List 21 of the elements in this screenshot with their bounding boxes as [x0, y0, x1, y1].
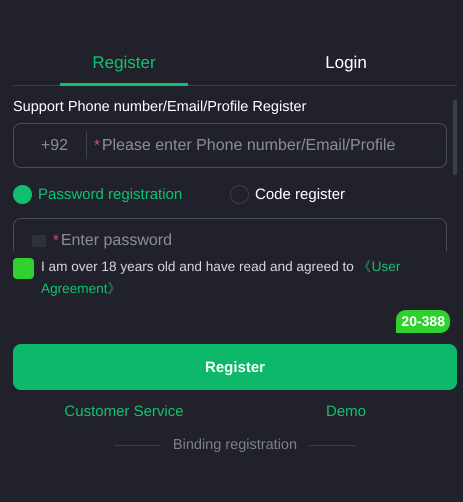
divider-text: Binding registration	[172, 437, 298, 453]
country-code[interactable]: +92	[14, 136, 86, 154]
badge: 20-388	[396, 310, 450, 333]
user-agreement-link[interactable]: Agreement》	[41, 281, 122, 296]
tab[interactable]: Login	[235, 40, 457, 85]
radio-label[interactable]: Code register	[255, 186, 346, 202]
radio-button[interactable]	[13, 184, 32, 204]
field-label: Support Phone number/Email/Profile Register	[13, 99, 308, 115]
link[interactable]: Demo	[235, 403, 457, 420]
placeholder: Enter password	[60, 232, 172, 250]
placeholder: Please enter Phone number/Email/Profile	[102, 136, 396, 154]
checkbox[interactable]	[13, 258, 34, 279]
agreement-text: I am over 18 years old and have read and agreed to 《User Agreement》	[41, 258, 402, 298]
required-mark: *	[53, 232, 59, 249]
radio-label[interactable]: Password registration	[38, 186, 182, 202]
required-mark: *	[94, 137, 100, 154]
user-agreement-link[interactable]: 《User	[358, 259, 400, 274]
link[interactable]: Customer Service	[13, 403, 235, 420]
account-field[interactable]: +92 *Please enter Phone number/Email/Profile	[13, 123, 447, 168]
tab[interactable]: Register	[13, 40, 235, 85]
radio-button[interactable]	[230, 184, 249, 204]
